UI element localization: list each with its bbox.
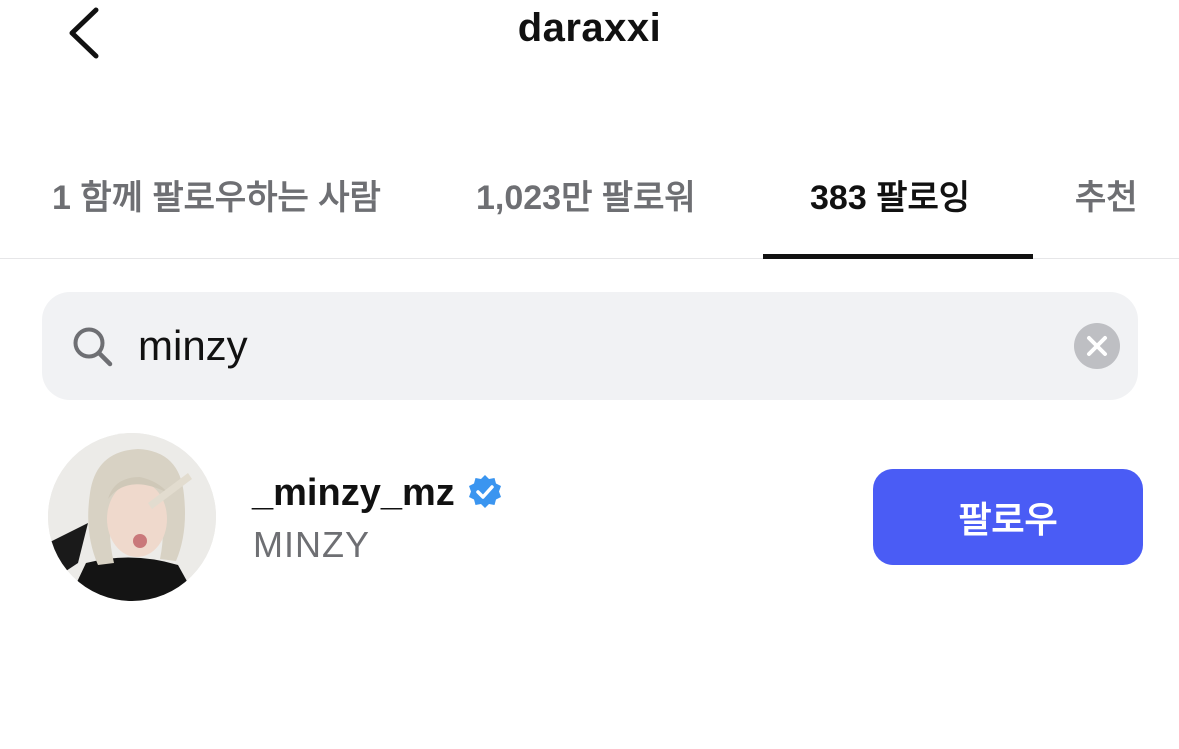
display-name: MINZY: [253, 524, 370, 565]
tab-mutual-followers[interactable]: 1 함께 팔로우하는 사람: [52, 170, 381, 219]
clear-search-button[interactable]: [1074, 323, 1120, 369]
page-title: daraxxi: [517, 6, 662, 50]
list-item[interactable]: _minzy_mz MINZY 팔로우: [0, 430, 1179, 606]
username: _minzy_mz: [252, 472, 455, 514]
username-link[interactable]: _minzy_mz: [252, 472, 503, 515]
tab-following[interactable]: 383 팔로잉: [810, 170, 970, 219]
close-icon: [1087, 336, 1107, 356]
verified-badge-icon: [467, 474, 503, 510]
search-icon: [72, 326, 114, 368]
search-bar: [42, 292, 1138, 400]
header: daraxxi: [0, 0, 1179, 80]
active-tab-indicator: [763, 254, 1033, 259]
search-input[interactable]: [138, 316, 1038, 376]
avatar[interactable]: [48, 433, 216, 601]
follow-button[interactable]: 팔로우: [873, 469, 1143, 565]
tab-suggested[interactable]: 추천: [1075, 170, 1138, 219]
tab-followers[interactable]: 1,023만 팔로워: [476, 170, 696, 219]
tab-bar: 1 함께 팔로우하는 사람 1,023만 팔로워 383 팔로잉 추천: [0, 150, 1179, 259]
